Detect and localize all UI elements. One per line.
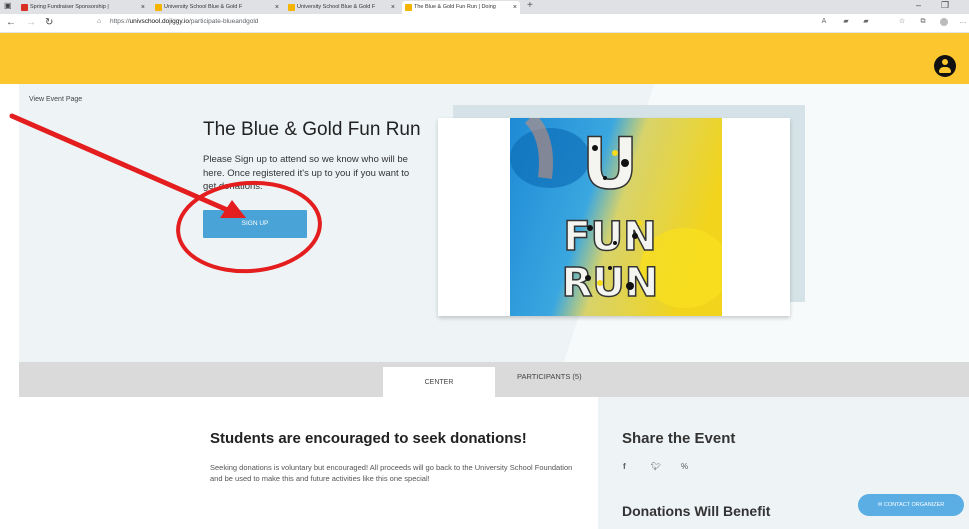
site-header (0, 33, 969, 84)
close-tab-icon[interactable]: × (513, 1, 517, 14)
close-tab-icon[interactable]: × (391, 1, 395, 14)
profile-icon[interactable] (940, 18, 948, 26)
browser-tab-1[interactable]: Spring Fundraiser Sponsorship | × (18, 1, 148, 14)
browser-tab-strip: ▣ Spring Fundraiser Sponsorship | × Univ… (0, 0, 969, 14)
url-scheme: https:// (110, 18, 130, 25)
event-title: The Blue & Gold Fun Run (203, 119, 421, 140)
tab-label: University School Blue & Gold F (297, 4, 376, 10)
browser-tab-2[interactable]: University School Blue & Gold F × (152, 1, 282, 14)
tab-label: University School Blue & Gold F (164, 4, 243, 10)
fun-run-poster-image: U FUN RUN (510, 118, 722, 316)
close-tab-icon[interactable]: × (141, 1, 145, 14)
event-description: Please Sign up to attend so we know who … (203, 154, 410, 192)
tab-participants[interactable]: PARTICIPANTS (5) (517, 372, 582, 381)
refresh-icon[interactable]: ↻ (45, 17, 53, 28)
browser-tab-3[interactable]: University School Blue & Gold F × (285, 1, 398, 14)
back-icon[interactable]: ← (6, 17, 16, 28)
share-event-heading: Share the Event (622, 430, 736, 447)
extension-icon[interactable]: ▰ (842, 18, 850, 26)
tab-center[interactable]: CENTER (383, 367, 495, 397)
twitter-icon[interactable]: 🐦︎ (651, 462, 661, 471)
address-bar-row: ← → ↻ ⌂ https://univschool.dojiggy.io/pa… (0, 14, 969, 33)
poster-letter-u: U (582, 123, 639, 205)
site-favicon-icon (155, 4, 162, 11)
contact-organizer-label: CONTACT ORGANIZER (883, 502, 945, 508)
url-host: univschool.dojiggy.io (129, 18, 190, 25)
contact-organizer-button[interactable]: ✉ CONTACT ORGANIZER (858, 494, 964, 516)
close-tab-icon[interactable]: × (275, 1, 279, 14)
site-favicon-icon (405, 4, 412, 11)
minimize-icon[interactable]: – (916, 0, 921, 10)
tab-actions-icon[interactable]: ▣ (4, 1, 12, 10)
new-tab-icon[interactable]: + (527, 0, 533, 11)
poster-word-fun: FUN (563, 214, 656, 260)
view-event-page-link[interactable]: View Event Page (29, 96, 82, 103)
read-aloud-icon[interactable]: A (820, 18, 828, 26)
site-favicon-icon (288, 4, 295, 11)
pdf-favicon-icon (21, 4, 28, 11)
favorites-icon[interactable]: ☆ (898, 18, 906, 26)
forward-icon[interactable]: → (26, 17, 36, 28)
link-icon[interactable]: % (681, 462, 688, 471)
extension-icon[interactable]: ▰ (862, 18, 870, 26)
section-heading: Students are encouraged to seek donation… (210, 430, 527, 447)
tab-label: Spring Fundraiser Sponsorship | (30, 4, 109, 10)
user-account-icon[interactable] (934, 55, 956, 77)
sign-up-button[interactable]: SIGN UP (203, 210, 307, 238)
more-icon[interactable]: … (959, 18, 967, 26)
tab-label: The Blue & Gold Fun Run | Doing (414, 4, 496, 10)
url-path: /participate-blueandgold (189, 18, 259, 25)
donations-benefit-heading: Donations Will Benefit (622, 503, 771, 519)
browser-tab-4-active[interactable]: The Blue & Gold Fun Run | Doing × (402, 1, 520, 14)
collections-icon[interactable]: ⧉ (919, 18, 927, 26)
url-field[interactable]: https://univschool.dojiggy.io/participat… (110, 18, 258, 25)
section-body-text: Seeking donations is voluntary but encou… (210, 463, 573, 483)
restore-icon[interactable]: ❐ (941, 0, 949, 11)
lock-icon: ⌂ (97, 18, 102, 25)
facebook-icon[interactable]: f (623, 462, 626, 471)
